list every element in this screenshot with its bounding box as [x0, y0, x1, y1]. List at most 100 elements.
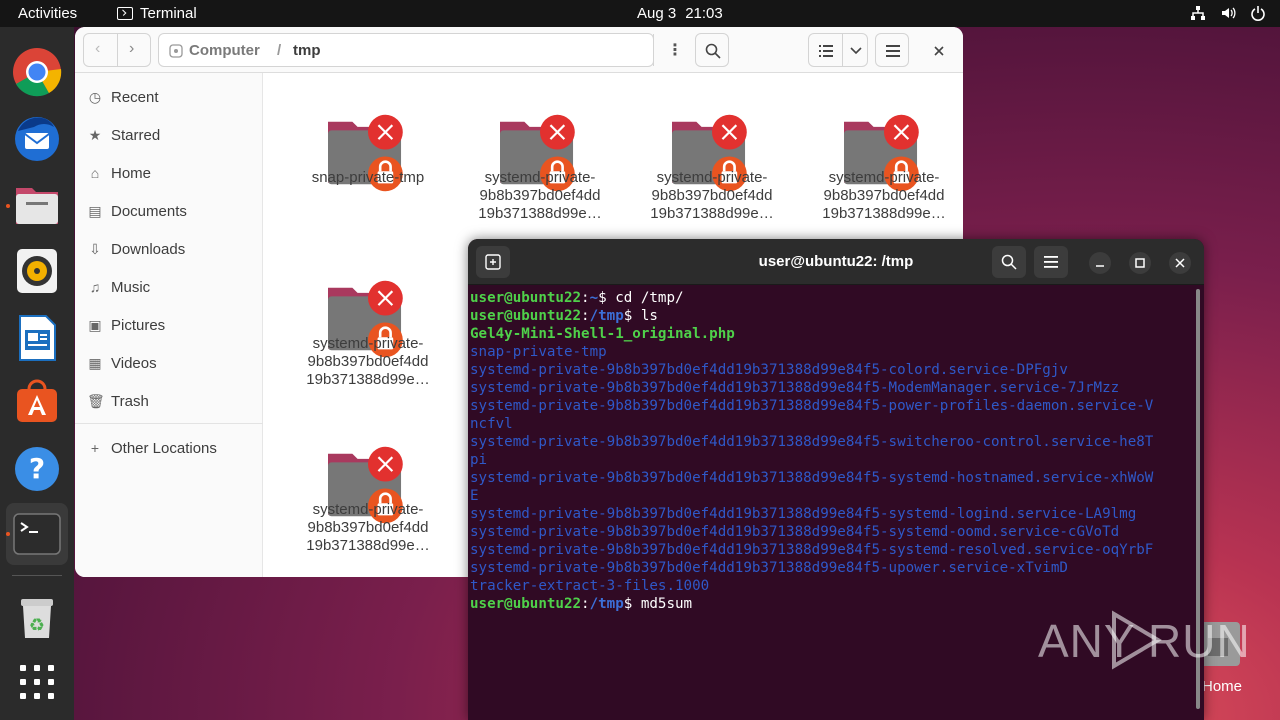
folder-label-line: systemd-private- [312, 501, 424, 518]
writer-icon[interactable] [12, 313, 62, 363]
menu-button[interactable] [875, 33, 909, 67]
folder-label-line: 19b371388d99e… [306, 371, 430, 388]
minimize-icon [1096, 265, 1104, 267]
app-name: Terminal [140, 5, 197, 22]
sidebar-item-label: Videos [111, 354, 157, 372]
clock[interactable]: Aug 3 21:03 [637, 5, 723, 22]
help-icon[interactable]: ? [12, 444, 62, 494]
desktop-home-label: Home [1202, 678, 1243, 695]
sidebar-item-label: Music [111, 278, 151, 296]
music-icon: ♫ [89, 279, 101, 295]
drive-icon [169, 44, 183, 58]
folder-label: systemd-private- 9b8b397bd0ef4dd 19b3713… [627, 169, 797, 223]
rhythmbox-icon[interactable] [12, 246, 62, 296]
sidebar-item-label: Starred [111, 126, 161, 144]
search-button[interactable] [695, 33, 729, 67]
sidebar-item-music[interactable]: ♫ Music [87, 275, 150, 299]
app-menu[interactable]: Terminal [117, 5, 197, 22]
video-icon: ▦ [88, 355, 102, 371]
terminal-line: systemd-private-9b8b397bd0ef4dd19b371388… [470, 506, 1137, 522]
folder-label-line: systemd-private- [828, 169, 940, 186]
terminal-line: systemd-private-9b8b397bd0ef4dd19b371388… [470, 542, 1154, 558]
path-menu-icon[interactable]: ⋮ [667, 40, 683, 60]
sidebar-item-recent[interactable]: ◷ Recent [87, 85, 159, 109]
terminal-line: systemd-private-9b8b397bd0ef4dd19b371388… [470, 470, 1154, 486]
star-icon: ★ [88, 127, 102, 143]
sidebar-item-label: Other Locations [111, 439, 217, 457]
terminal-line: E [470, 488, 479, 504]
document-icon: ▤ [88, 203, 102, 219]
path-bar[interactable]: Computer / tmp ⋮ [158, 33, 683, 67]
view-toggle[interactable] [808, 33, 868, 67]
folder-label-line: 9b8b397bd0ef4dd [651, 187, 773, 204]
chrome-icon[interactable] [12, 47, 62, 97]
minimize-button[interactable] [1089, 252, 1111, 274]
files-header-bar: ‹ › Computer / tmp ⋮ [75, 27, 963, 73]
hamburger-icon [1044, 256, 1058, 268]
terminal-icon[interactable] [12, 509, 62, 559]
picture-icon: ▣ [88, 317, 102, 333]
sidebar-item-documents[interactable]: ▤ Documents [87, 199, 187, 223]
terminal-header-bar: user@ubuntu22: /tmp [468, 239, 1204, 285]
sidebar: ◷ Recent ★ Starred ⌂ Home ▤ Documents ⇩ Downl… [75, 73, 263, 577]
terminal-output[interactable]: user@ubuntu22:~$ cd /tmp/user@ubuntu22:/… [470, 289, 1190, 613]
date: Aug 3 [637, 5, 677, 22]
list-view-icon [819, 45, 833, 57]
running-indicator [6, 532, 10, 536]
close-button[interactable] [1169, 252, 1191, 274]
sidebar-item-label: Pictures [111, 316, 166, 334]
folder-label-line: systemd-private- [312, 335, 424, 352]
home-icon: ⌂ [90, 165, 100, 181]
show-apps-icon[interactable] [12, 657, 62, 707]
app-center-icon[interactable] [12, 377, 62, 427]
path-current[interactable]: tmp [293, 42, 321, 59]
sidebar-item-trash[interactable]: 🗑 Trash [87, 389, 149, 413]
folder-label-line: snap-private-tmp [311, 169, 425, 186]
forward-icon[interactable]: › [129, 40, 134, 58]
terminal-line: tracker-extract-3-files.1000 [470, 578, 710, 594]
folder-label-line: 9b8b397bd0ef4dd [479, 187, 601, 204]
folder-label-line: 19b371388d99e… [478, 205, 602, 222]
sidebar-item-downloads[interactable]: ⇩ Downloads [87, 237, 185, 261]
sidebar-item-starred[interactable]: ★ Starred [87, 123, 160, 147]
terminal-line: systemd-private-9b8b397bd0ef4dd19b371388… [470, 434, 1154, 450]
thunderbird-icon[interactable] [12, 113, 62, 163]
top-bar: Activities Terminal Aug 3 21:03 [0, 0, 1280, 27]
folder-label-line: 9b8b397bd0ef4dd [823, 187, 945, 204]
sidebar-item-label: Recent [111, 88, 159, 106]
back-icon[interactable]: ‹ [95, 40, 100, 58]
sidebar-item-label: Trash [111, 392, 149, 410]
dock: ? ♻ [0, 27, 74, 720]
hamburger-icon [886, 45, 900, 57]
trash-icon[interactable]: ♻ [12, 593, 62, 643]
volume-icon [1222, 7, 1236, 19]
close-button[interactable] [927, 39, 951, 63]
terminal-menu-button[interactable] [1034, 246, 1068, 278]
maximize-button[interactable] [1129, 252, 1151, 274]
folder-label: systemd-private- 9b8b397bd0ef4dd 19b3713… [799, 169, 963, 223]
sidebar-item-videos[interactable]: ▦ Videos [87, 351, 157, 375]
terminal-search-button[interactable] [992, 246, 1026, 278]
maximize-icon [1135, 258, 1145, 268]
nav-buttons: ‹ › [83, 33, 151, 67]
terminal-line: user@ubuntu22:~$ cd /tmp/ [470, 290, 684, 306]
sidebar-item-label: Documents [111, 202, 187, 220]
svg-text:?: ? [29, 452, 45, 485]
folder-label: snap-private-tmp [283, 169, 453, 187]
terminal-app-icon [117, 7, 133, 20]
activities-button[interactable]: Activities [18, 5, 77, 22]
folder-label-line: systemd-private- [484, 169, 596, 186]
sidebar-item-other-locations[interactable]: + Other Locations [87, 436, 217, 460]
sidebar-item-pictures[interactable]: ▣ Pictures [87, 313, 165, 337]
path-root[interactable]: Computer [189, 42, 260, 59]
terminal-line: systemd-private-9b8b397bd0ef4dd19b371388… [470, 560, 1068, 576]
folder-label-line: 19b371388d99e… [650, 205, 774, 222]
sidebar-item-label: Home [111, 164, 152, 182]
sidebar-item-home[interactable]: ⌂ Home [87, 161, 151, 185]
files-icon[interactable] [12, 180, 62, 230]
folder-label: systemd-private- 9b8b397bd0ef4dd 19b3713… [283, 335, 453, 389]
system-tray[interactable] [1190, 5, 1266, 21]
folder-label: systemd-private- 9b8b397bd0ef4dd 19b3713… [283, 501, 453, 555]
terminal-line: ncfvl [470, 416, 513, 432]
svg-text:♻: ♻ [29, 615, 45, 636]
